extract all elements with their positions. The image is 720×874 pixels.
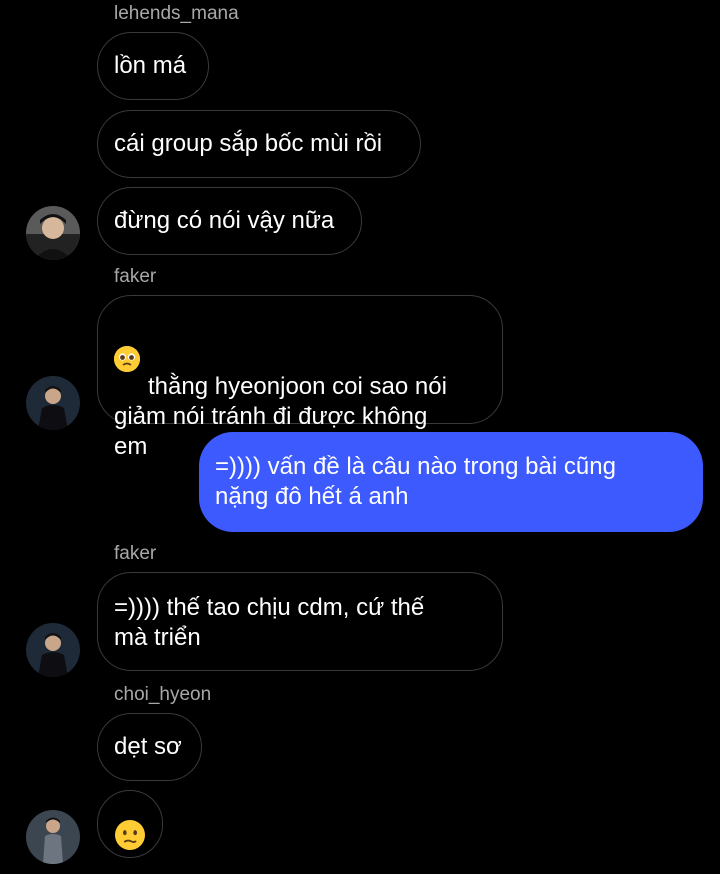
message-bubble[interactable]: cái group sắp bốc mùi rồi [97, 110, 421, 178]
emoji-message-bubble[interactable] [97, 790, 163, 858]
avatar[interactable] [26, 623, 80, 677]
avatar[interactable] [26, 810, 80, 864]
pleading-face-emoji-icon [114, 346, 140, 372]
message-bubble[interactable]: =)))) thế tao chịu cdm, cứ thế mà triển [97, 572, 503, 671]
message-text: lồn má [114, 52, 187, 79]
message-text: dẹt sơ [114, 733, 182, 760]
message-text: đừng có nói vậy nữa [114, 207, 335, 234]
message-bubble[interactable]: lồn má [97, 32, 209, 100]
sender-name: lehends_mana [114, 3, 239, 24]
message-text: cái group sắp bốc mùi rồi [114, 130, 383, 157]
message-text: =)))) vấn đề là câu nào trong bài cũng n… [215, 453, 616, 510]
message-bubble[interactable]: đừng có nói vậy nữa [97, 187, 362, 255]
avatar[interactable] [26, 206, 80, 260]
message-bubble[interactable]: dẹt sơ [97, 713, 202, 781]
sender-name: faker [114, 543, 157, 564]
outgoing-message-bubble[interactable]: =)))) vấn đề là câu nào trong bài cũng n… [199, 432, 703, 532]
sender-name: faker [114, 266, 157, 287]
message-bubble[interactable]: thằng hyeonjoon coi sao nói giảm nói trá… [97, 295, 503, 460]
sender-name: choi_hyeon [114, 684, 212, 705]
message-text: =)))) thế tao chịu cdm, cứ thế mà triển [114, 594, 425, 651]
confused-face-emoji-icon [115, 790, 145, 858]
avatar[interactable] [26, 376, 80, 430]
